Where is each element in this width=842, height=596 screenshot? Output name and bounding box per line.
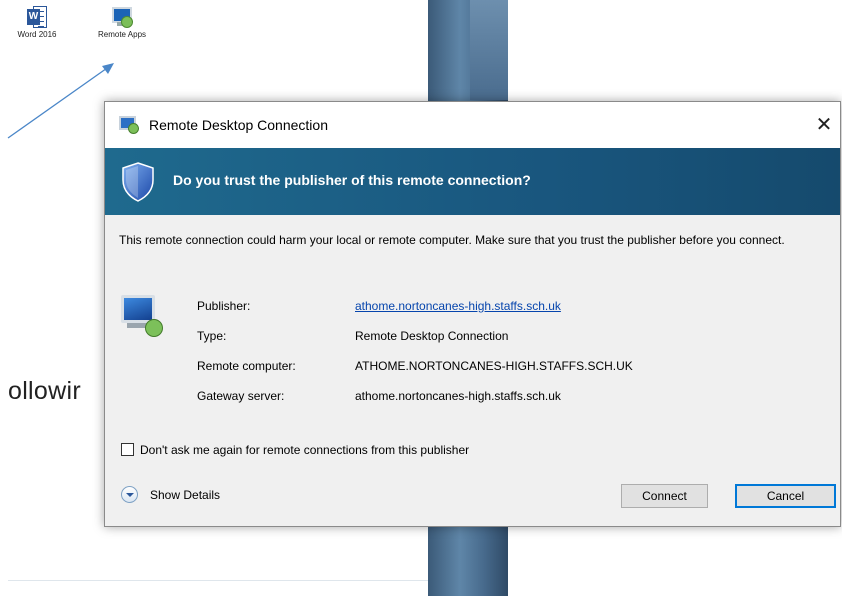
remote-desktop-icon [119,116,139,134]
remote-computer-label: Remote computer: [197,359,296,373]
dialog-title: Remote Desktop Connection [149,117,328,133]
type-label: Type: [197,329,227,343]
dont-ask-again-label[interactable]: Don't ask me again for remote connection… [140,443,469,457]
gateway-server-label: Gateway server: [197,389,285,403]
remote-apps-icon [111,6,133,28]
close-button[interactable]: ✕ [808,110,840,140]
remote-computer-value: ATHOME.NORTONCANES-HIGH.STAFFS.SCH.UK [355,359,633,373]
type-value: Remote Desktop Connection [355,329,509,343]
dialog-titlebar[interactable]: Remote Desktop Connection ✕ [105,102,840,148]
word-icon: W [27,6,47,28]
desktop-icon-remote-apps[interactable]: Remote Apps [86,6,158,39]
remote-computer-icon [121,295,165,339]
background-document-text: ollowir [8,377,81,405]
banner-heading: Do you trust the publisher of this remot… [173,172,531,188]
publisher-link[interactable]: athome.nortoncanes-high.staffs.sch.uk [355,299,561,313]
dont-ask-again-checkbox[interactable] [121,443,134,456]
warning-banner: Do you trust the publisher of this remot… [105,148,840,215]
desktop-wallpaper-highlight [470,0,508,100]
connect-button[interactable]: Connect [621,484,708,508]
desktop-icon-label: Remote Apps [97,30,147,39]
publisher-label: Publisher: [197,299,251,313]
desktop-icon-label: Word 2016 [17,30,57,39]
remote-desktop-dialog: Remote Desktop Connection ✕ Do you trust… [104,101,841,527]
desktop-icon-word[interactable]: W Word 2016 [8,6,66,39]
show-details-label[interactable]: Show Details [150,488,220,502]
warning-message: This remote connection could harm your l… [119,233,785,247]
gateway-server-value: athome.nortoncanes-high.staffs.sch.uk [355,389,561,403]
cancel-button[interactable]: Cancel [735,484,836,508]
shield-icon [122,162,154,202]
background-divider [8,580,428,581]
chevron-down-icon[interactable] [121,486,138,503]
